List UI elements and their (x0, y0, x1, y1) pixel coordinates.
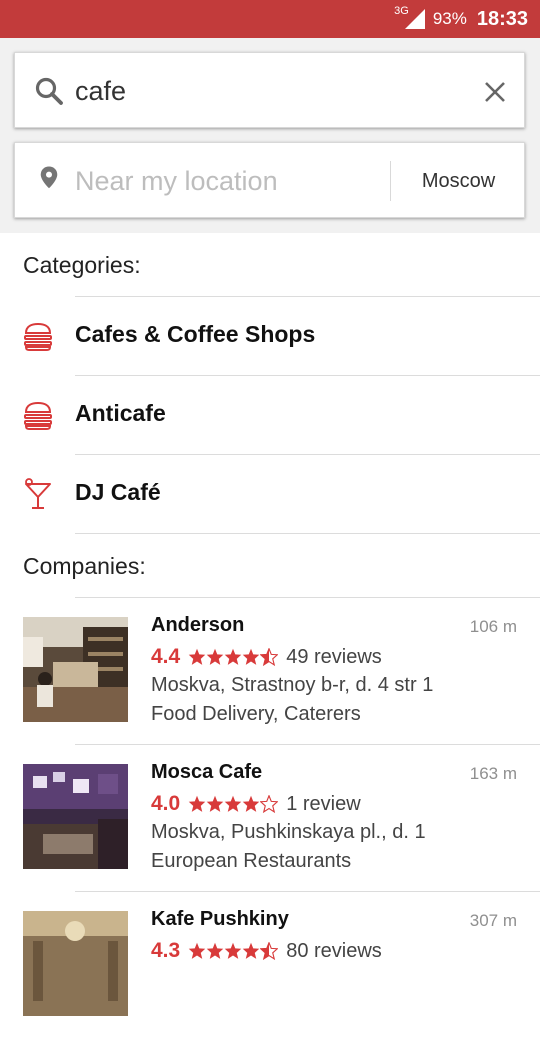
companies-heading: Companies: (23, 553, 146, 579)
search-input[interactable] (75, 71, 455, 111)
category-item-anticafe[interactable]: Anticafe (0, 375, 540, 454)
star-full-icon (224, 942, 242, 959)
company-address: Moskva, Strastnoy b-r, d. 4 str 1 (151, 674, 434, 696)
divider (75, 454, 540, 455)
star-rating (188, 795, 279, 813)
star-full-icon (206, 648, 224, 665)
rating-value: 4.0 (151, 792, 181, 815)
search-area: Moscow (0, 38, 540, 233)
company-rating: 4.3 80 reviews (151, 938, 382, 964)
search-icon (35, 77, 63, 105)
star-full-icon (188, 648, 206, 665)
company-photo (23, 911, 128, 1016)
clock: 18:33 (476, 7, 528, 30)
company-rating: 4.4 49 reviews (151, 644, 382, 670)
burger-icon (24, 401, 52, 430)
category-label: DJ Café (75, 479, 161, 505)
company-name: Anderson (151, 614, 245, 636)
star-half-icon (260, 648, 279, 666)
divider (75, 891, 540, 892)
divider (75, 533, 540, 534)
category-label: Cafes & Coffee Shops (75, 321, 316, 347)
star-rating (188, 648, 279, 666)
rating-value: 4.3 (151, 939, 181, 962)
company-rating: 4.0 1 review (151, 791, 361, 817)
company-address: Moskva, Pushkinskaya pl., d. 1 (151, 821, 426, 843)
star-half-icon (260, 942, 279, 960)
category-item-dj-cafe[interactable]: DJ Café (0, 454, 540, 533)
star-full-icon (206, 795, 224, 812)
battery-level: 93% (432, 9, 467, 28)
star-rating (188, 942, 279, 960)
review-count: 80 reviews (286, 939, 382, 962)
company-item-anderson[interactable]: Anderson 106 m 4.4 49 reviews Moskva, St… (0, 597, 540, 744)
divider (75, 597, 540, 598)
burger-icon (24, 322, 52, 351)
star-full-icon (242, 795, 260, 812)
category-item-cafes[interactable]: Cafes & Coffee Shops (0, 296, 540, 375)
company-category: European Restaurants (151, 850, 352, 872)
rating-value: 4.4 (151, 645, 181, 668)
company-name: Mosca Cafe (151, 761, 263, 783)
location-input[interactable] (75, 161, 385, 201)
divider (75, 744, 540, 745)
divider (75, 296, 540, 297)
categories-heading: Categories: (23, 252, 141, 278)
search-card (14, 52, 525, 128)
company-category: Food Delivery, Caterers (151, 703, 361, 725)
company-name: Kafe Pushkiny (151, 908, 289, 930)
cocktail-icon (25, 478, 51, 509)
network-type: 3G (394, 5, 409, 17)
divider (75, 375, 540, 376)
location-card: Moscow (14, 142, 525, 218)
location-pin-icon (40, 166, 58, 189)
star-full-icon (206, 942, 224, 959)
company-photo (23, 617, 128, 722)
star-full-icon (188, 942, 206, 959)
star-full-icon (224, 648, 242, 665)
review-count: 49 reviews (286, 645, 382, 668)
company-distance: 163 m (469, 764, 517, 783)
company-item-kafe-pushkiny[interactable]: Kafe Pushkiny 307 m 4.3 80 reviews (0, 891, 540, 1038)
star-full-icon (224, 795, 242, 812)
review-count: 1 review (286, 792, 361, 815)
star-full-icon (188, 795, 206, 812)
category-label: Anticafe (75, 400, 166, 426)
city-selector[interactable]: Moscow (391, 143, 526, 219)
company-distance: 307 m (469, 911, 517, 930)
star-full-icon (242, 942, 260, 959)
company-photo (23, 764, 128, 869)
company-distance: 106 m (469, 617, 517, 636)
company-item-mosca-cafe[interactable]: Mosca Cafe 163 m 4.0 1 review Moskva, Pu… (0, 744, 540, 891)
star-full-icon (242, 648, 260, 665)
status-bar: 3G 93% 18:33 (0, 0, 540, 38)
star-empty-icon (260, 795, 279, 813)
close-icon[interactable] (480, 77, 510, 107)
